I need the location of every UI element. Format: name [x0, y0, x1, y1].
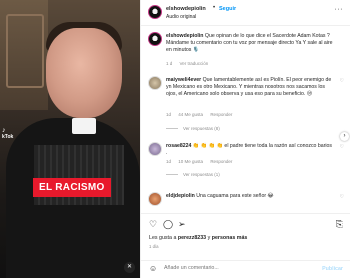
avatar[interactable] — [148, 76, 162, 90]
tiktok-watermark: ♪ kTok — [2, 127, 14, 140]
separator-dot: • — [213, 5, 216, 11]
see-translation-link[interactable]: Ver traducción — [180, 61, 209, 66]
caption-username[interactable]: elshowdepiolin — [166, 33, 203, 39]
like-comment-heart-icon[interactable]: ♡ — [340, 194, 344, 200]
comment-username[interactable]: eldjdepiolin — [166, 193, 195, 199]
speaker-muted-icon[interactable]: ✕ — [124, 262, 135, 273]
comment-bubble-icon[interactable]: ◯ — [163, 219, 173, 229]
audio-label[interactable]: Audio original — [166, 14, 196, 20]
background-shelf — [0, 0, 48, 110]
comment-username[interactable]: maiyweli4ever — [166, 77, 201, 83]
comment-likes[interactable]: 10 Me gusta — [178, 159, 203, 164]
comment-time: 1d — [166, 112, 172, 117]
post-date: 1 día — [149, 244, 159, 249]
video-overlay-caption: EL RACISMO — [33, 178, 111, 197]
person-face — [46, 28, 122, 118]
tiktok-label: kTok — [2, 134, 14, 140]
comment-username[interactable]: rosae8224 — [166, 143, 191, 149]
like-heart-icon[interactable]: ♡ — [149, 219, 157, 229]
clerical-collar — [72, 118, 96, 134]
avatar[interactable] — [148, 32, 162, 46]
comment-item: rosae8224 👏 👏 👏 👏 el padre tiene toda la… — [148, 142, 344, 182]
view-replies-link[interactable]: Ver respuestas (8) — [166, 126, 220, 131]
like-comment-heart-icon[interactable]: ♡ — [340, 78, 344, 84]
like-comment-heart-icon[interactable]: ♡ — [340, 144, 344, 150]
comment-text: maiyweli4ever Que lamentablemente así es… — [166, 77, 334, 98]
comment-meta: 1d 10 Me gusta Responder — [166, 159, 238, 164]
caption-text: elshowdepiolin Que opinan de lo que dice… — [166, 33, 334, 54]
comment-time: 1d — [166, 159, 172, 164]
avatar[interactable] — [148, 142, 162, 156]
likes-count[interactable]: personas más — [212, 235, 248, 241]
comment-meta: 1d 44 Me gusta Responder — [166, 112, 238, 117]
avatar[interactable] — [148, 5, 162, 19]
comment-text: rosae8224 👏 👏 👏 👏 el padre tiene toda la… — [166, 143, 334, 157]
likes-prefix: Les gusta a — [149, 235, 178, 241]
more-options-icon[interactable]: ··· — [335, 6, 344, 13]
publish-button[interactable]: Publicar — [322, 266, 343, 272]
comment-body: Una caguama para este señor 😂 — [194, 193, 274, 199]
comment-composer: ☺ Publicar — [141, 260, 350, 278]
post-panel: elshowdepiolin • Seguir Audio original ·… — [140, 0, 350, 278]
caption-meta: 1 d Ver traducción — [166, 61, 214, 66]
comments-list[interactable]: elshowdepiolin Que opinan de lo que dice… — [141, 26, 350, 216]
post-actions: ♡ ◯ ➢ ⎘ Les gusta a perezz8233 y persona… — [141, 213, 350, 263]
comment-likes[interactable]: 44 Me gusta — [178, 112, 203, 117]
comment-item: eldjdepiolin Una caguama para este señor… — [148, 192, 344, 212]
share-paper-plane-icon[interactable]: ➢ — [178, 219, 186, 229]
comment-text: eldjdepiolin Una caguama para este señor… — [166, 193, 334, 200]
post-caption: elshowdepiolin Que opinan de lo que dice… — [148, 32, 344, 68]
comment-body: 👏 👏 👏 👏 el padre tiene toda la razón así… — [166, 143, 332, 156]
chevron-right-icon[interactable]: › — [340, 132, 349, 141]
author-username[interactable]: elshowdepiolin — [166, 6, 206, 12]
reply-link[interactable]: Responder — [210, 112, 232, 117]
post-header: elshowdepiolin • Seguir Audio original ·… — [141, 0, 350, 26]
caption-time: 1 d — [166, 61, 173, 66]
save-bookmark-icon[interactable]: ⎘ — [336, 219, 343, 229]
reply-link[interactable]: Responder — [210, 159, 232, 164]
avatar[interactable] — [148, 192, 162, 206]
view-replies-link[interactable]: Ver respuestas (1) — [166, 172, 220, 177]
comment-item: maiyweli4ever Que lamentablemente así es… — [148, 76, 344, 136]
likes-summary[interactable]: Les gusta a perezz8233 y personas más — [149, 235, 247, 241]
video-player[interactable]: ♪ kTok EL RACISMO ✕ — [0, 0, 140, 278]
comment-input[interactable] — [164, 265, 314, 271]
likes-user[interactable]: perezz8233 — [178, 235, 206, 241]
follow-button[interactable]: Seguir — [219, 6, 236, 12]
emoji-icon[interactable]: ☺ — [149, 264, 157, 273]
